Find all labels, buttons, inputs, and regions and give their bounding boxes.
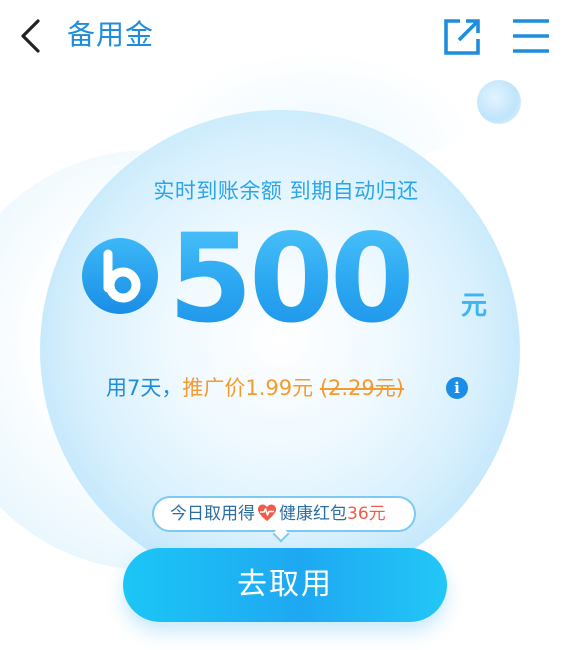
brand-logo [80, 236, 160, 316]
menu-button[interactable] [511, 16, 551, 56]
reward-prefix: 今日取用得 [170, 504, 255, 524]
promo-label: 推广价 [182, 376, 246, 400]
reward-amount: 36元 [347, 504, 386, 524]
chevron-left-icon [21, 19, 40, 53]
external-link-icon [444, 19, 480, 55]
share-button[interactable] [440, 15, 484, 59]
info-icon[interactable]: i [446, 377, 468, 399]
reward-name: 健康红包 [279, 504, 347, 524]
price-line: 用7天，推广价1.99元 (2.29元) [106, 372, 404, 404]
promo-price: 1.99元 [245, 376, 314, 400]
header: 备用金 [0, 0, 572, 76]
brand-b-icon [82, 238, 158, 314]
duration-text: 用7天， [106, 376, 183, 400]
amount-unit: 元 [461, 291, 488, 321]
page-title: 备用金 [67, 18, 155, 51]
back-button[interactable] [14, 16, 50, 56]
menu-icon [513, 19, 549, 53]
reward-tooltip: 今日取用得 健康红包36元 [152, 496, 416, 532]
offer-subtitle: 实时到账余额 到期自动归还 [153, 179, 419, 203]
withdraw-button[interactable]: 去取用 [123, 548, 447, 622]
page: 备用金 实时到账余额 到期自动归还 500 元 用7天，推广价1.99元 (2.… [0, 0, 572, 650]
decorative-bubble-small [477, 80, 521, 124]
amount-value: 500 [168, 208, 415, 350]
heart-pulse-icon [257, 502, 277, 522]
original-price: (2.29元) [319, 376, 404, 400]
